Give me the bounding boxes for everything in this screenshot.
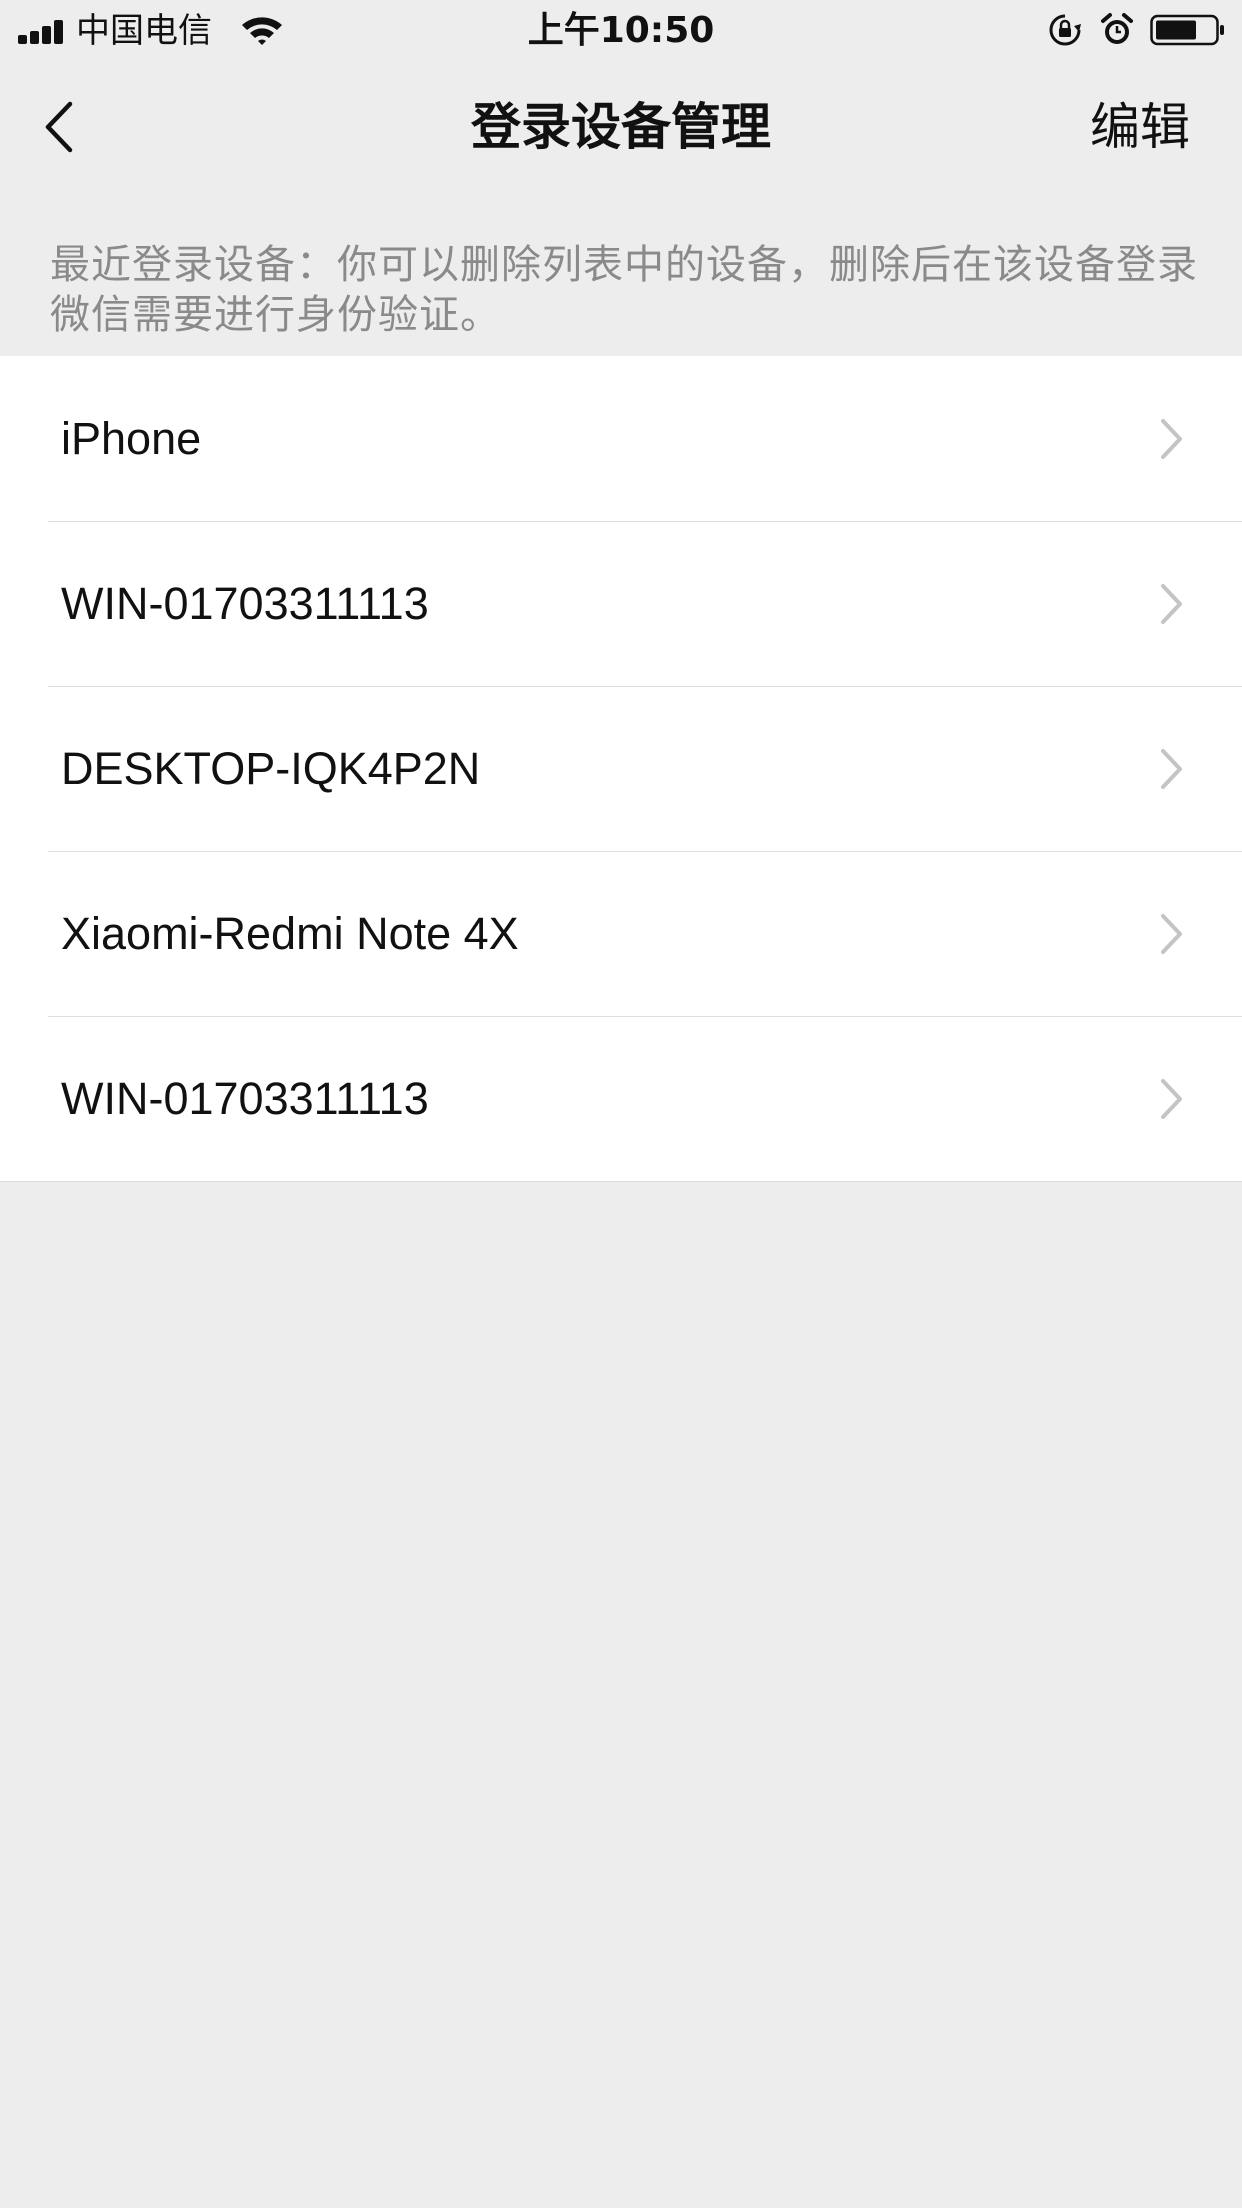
battery-icon [1150,14,1224,46]
chevron-right-icon [1161,419,1182,459]
device-list-hint: 最近登录设备：你可以删除列表中的设备，删除后在该设备登录微信需要进行身份验证。 [50,242,1198,338]
chevron-right-icon [1161,584,1182,624]
device-row-win-2[interactable]: WIN-01703311113 [0,1016,1242,1181]
chevron-right-icon [1161,749,1182,789]
chevron-right-icon [1161,1079,1182,1119]
device-row-win-1[interactable]: WIN-01703311113 [0,521,1242,686]
device-name: WIN-01703311113 [61,1073,429,1124]
edit-button[interactable]: 编辑 [1090,64,1190,190]
device-name: DESKTOP-IQK4P2N [61,743,481,794]
device-name: iPhone [61,413,202,464]
device-name: Xiaomi-Redmi Note 4X [61,908,519,959]
device-row-iphone[interactable]: iPhone [0,356,1242,521]
device-list: iPhone WIN-01703311113 DESKTOP-IQK4P2N X… [0,356,1242,1182]
device-row-xiaomi[interactable]: Xiaomi-Redmi Note 4X [0,851,1242,1016]
back-button[interactable] [40,94,90,160]
chevron-right-icon [1161,914,1182,954]
chevron-left-icon [45,101,73,153]
rotation-lock-icon [1049,14,1081,46]
device-row-desktop[interactable]: DESKTOP-IQK4P2N [0,686,1242,851]
status-bar: 中国电信 上午10:50 [0,0,1242,64]
device-name: WIN-01703311113 [61,578,429,629]
alarm-icon [1101,13,1133,44]
page-title: 登录设备管理 [471,98,771,156]
nav-bar: 登录设备管理 编辑 [0,64,1242,190]
